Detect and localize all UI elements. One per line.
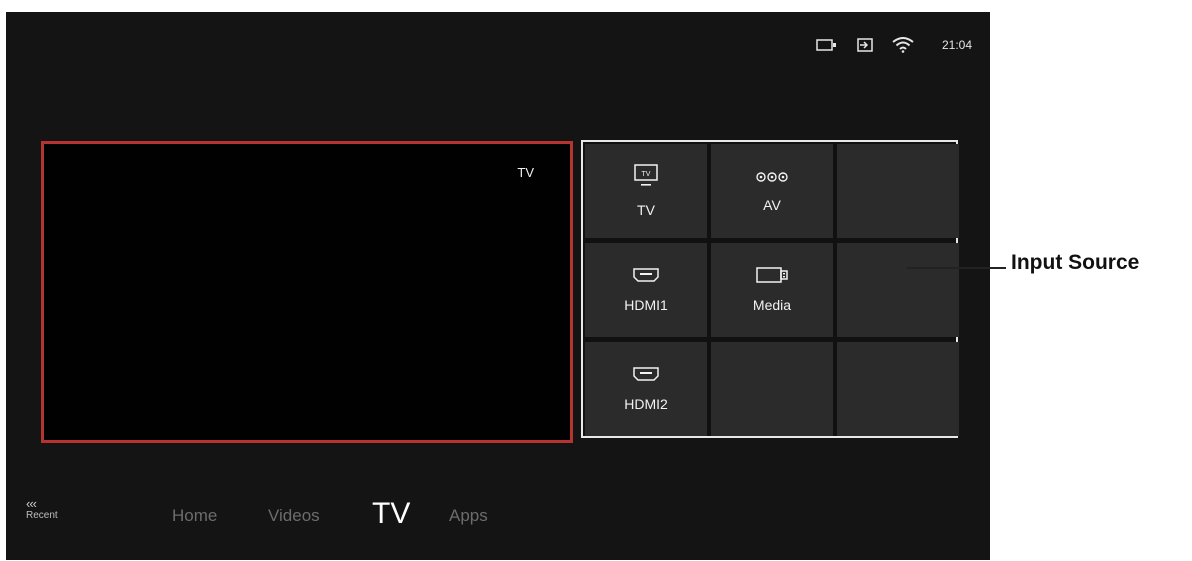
input-tile-tv[interactable]: TV TV [585,144,707,238]
tv-preview-window[interactable]: TV [41,141,573,443]
tile-label: HDMI2 [624,396,668,412]
recent-label: Recent [26,510,58,521]
input-source-panel: TV TV AV HDMI1 Media HDMI2 [581,140,959,438]
tile-label: Media [752,297,792,313]
input-tile-empty [837,342,959,436]
annotation-leader-line [907,267,1006,269]
input-tile-media[interactable]: Media [711,243,833,337]
tile-label: AV [763,196,781,213]
input-tile-hdmi2[interactable]: HDMI2 [585,342,707,436]
av-icon [755,170,789,188]
input-tile-empty [711,342,833,436]
tile-label: HDMI1 [624,297,668,313]
svg-text:TV: TV [642,171,651,178]
input-source-grid: TV TV AV HDMI1 Media HDMI2 [585,144,959,436]
hdmi-icon [632,267,660,288]
status-bar: 21:04 [816,37,972,53]
nav-home[interactable]: Home [172,506,217,526]
input-tile-av[interactable]: AV [711,144,833,238]
preview-label: TV [517,165,534,180]
usb-icon [756,267,788,288]
nav-videos[interactable]: Videos [268,506,320,526]
nav-apps[interactable]: Apps [449,506,488,526]
chevrons-left-icon: ‹‹‹ [26,496,37,511]
screen-icon [816,38,838,52]
input-icon [856,37,874,53]
hdmi-icon [632,366,660,387]
nav-tv[interactable]: TV [372,497,410,531]
input-tile-empty [837,243,959,337]
input-tile-hdmi1[interactable]: HDMI1 [585,243,707,337]
clock: 21:04 [941,38,972,52]
input-tile-empty [837,144,959,238]
recent-button[interactable]: ‹‹‹ Recent [26,496,58,521]
wifi-icon [892,37,914,53]
tile-label: TV [637,202,655,218]
annotation-input-source: Input Source [1011,251,1140,274]
tv-screen: 21:04 TV TV TV AV HDMI1 Media HDMI2 ‹‹‹ … [6,12,990,560]
tv-icon: TV [633,164,659,193]
